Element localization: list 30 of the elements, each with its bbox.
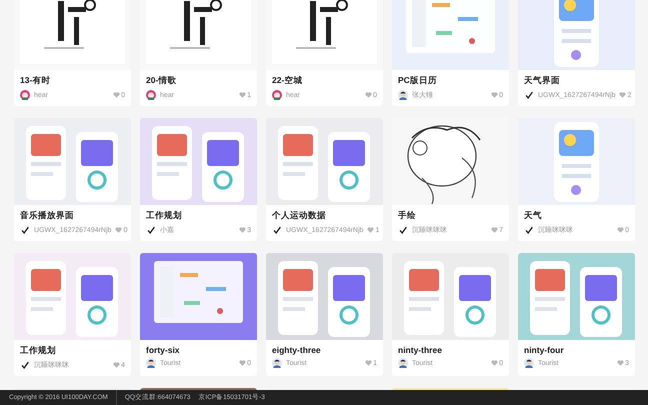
heart-icon[interactable] bbox=[367, 227, 374, 233]
card-title: 22-空城 bbox=[271, 74, 304, 87]
heart-icon[interactable] bbox=[115, 227, 122, 233]
card-title: 天气 bbox=[523, 209, 543, 222]
card-title: 天气界面 bbox=[523, 74, 561, 87]
heart-icon[interactable] bbox=[239, 360, 246, 366]
card-title: 工作规划 bbox=[145, 209, 183, 222]
heart-icon[interactable] bbox=[239, 92, 246, 98]
heart-icon[interactable] bbox=[113, 362, 120, 368]
heart-icon[interactable] bbox=[113, 92, 120, 98]
heart-icon[interactable] bbox=[491, 92, 498, 98]
card-title: forty-six bbox=[145, 344, 181, 357]
heart-icon[interactable] bbox=[239, 227, 246, 233]
card-title: ninty-four bbox=[523, 344, 565, 357]
card-title: ninty-three bbox=[397, 344, 443, 357]
heart-icon[interactable] bbox=[365, 360, 372, 366]
card-title: eighty-three bbox=[271, 344, 322, 357]
card-title: 手绘 bbox=[397, 209, 417, 222]
card-title: PC版日历 bbox=[397, 74, 438, 87]
heart-icon[interactable] bbox=[617, 360, 624, 366]
card-title: 个人运动数据 bbox=[271, 209, 327, 222]
card-title: 20-情歌 bbox=[145, 74, 178, 87]
heart-icon[interactable] bbox=[619, 92, 626, 98]
heart-icon[interactable] bbox=[617, 227, 624, 233]
card-title: 13-有时 bbox=[19, 74, 52, 87]
heart-icon[interactable] bbox=[491, 227, 498, 233]
heart-icon[interactable] bbox=[365, 92, 372, 98]
card-title: 音乐播放界面 bbox=[19, 209, 75, 222]
card-title: 工作规划 bbox=[19, 344, 57, 357]
heart-icon[interactable] bbox=[491, 360, 498, 366]
